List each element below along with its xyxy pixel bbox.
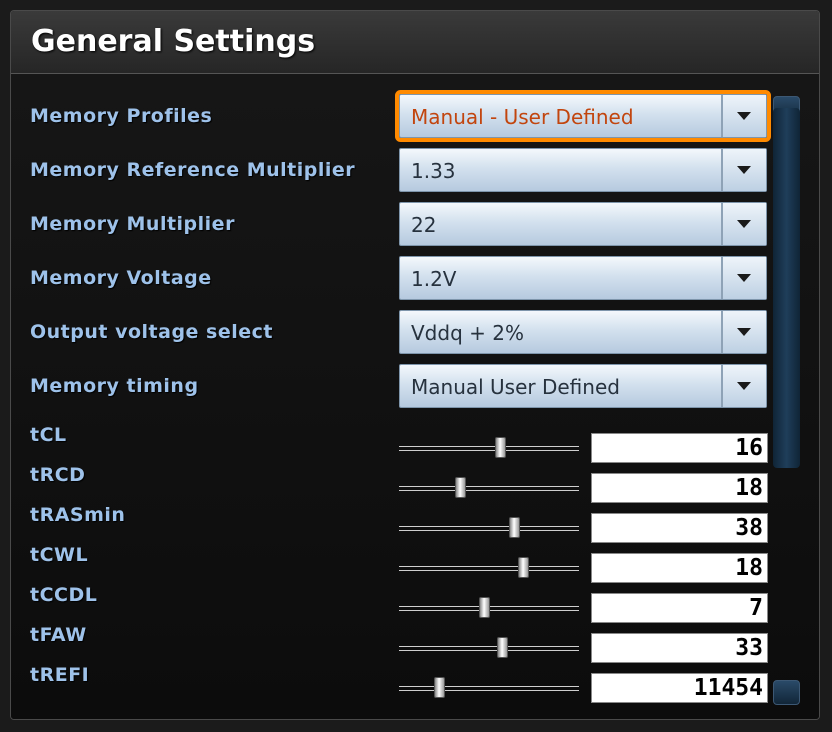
slider-thumb[interactable] — [518, 557, 530, 578]
memory-multiplier-dropdown[interactable]: 22 — [399, 202, 767, 246]
tfaw-value: 33 — [735, 635, 763, 661]
trasmin-value: 38 — [735, 515, 763, 541]
chevron-down-icon[interactable] — [721, 95, 766, 137]
memory-voltage-dropdown[interactable]: 1.2V — [399, 256, 767, 300]
trefi-value: 11454 — [693, 675, 763, 701]
tcl-value-field[interactable]: 16 — [591, 433, 768, 463]
slider-thumb[interactable] — [433, 677, 445, 698]
tcl-value: 16 — [735, 435, 763, 461]
label-tfaw: tFAW — [30, 624, 87, 646]
slider-thumb[interactable] — [509, 517, 521, 538]
trasmin-value-field[interactable]: 38 — [591, 513, 768, 543]
trefi-slider[interactable] — [399, 677, 579, 698]
label-trefi: tREFI — [30, 664, 90, 686]
slider-thumb[interactable] — [496, 637, 508, 658]
label-tcwl: tCWL — [30, 544, 89, 566]
tfaw-value-field[interactable]: 33 — [591, 633, 768, 663]
memory-profiles-dropdown[interactable]: Manual - User Defined — [399, 94, 767, 138]
label-memory-profiles: Memory Profiles — [30, 105, 213, 127]
memory-timing-dropdown[interactable]: Manual User Defined — [399, 364, 767, 408]
tfaw-slider[interactable] — [399, 637, 579, 658]
chevron-down-icon[interactable] — [721, 257, 766, 299]
vertical-scrollbar[interactable] — [773, 108, 800, 468]
tcwl-value: 18 — [735, 555, 763, 581]
tccdl-value: 7 — [749, 595, 763, 621]
dropdown-value: 1.2V — [411, 267, 457, 291]
chevron-down-icon[interactable] — [721, 311, 766, 353]
trcd-value-field[interactable]: 18 — [591, 473, 768, 503]
label-tccdl: tCCDL — [30, 584, 98, 606]
trasmin-slider[interactable] — [399, 517, 579, 538]
slider-thumb[interactable] — [478, 597, 490, 618]
dropdown-value: 1.33 — [411, 159, 456, 183]
dropdown-value: Manual - User Defined — [411, 105, 634, 129]
label-memory-timing: Memory timing — [30, 375, 199, 397]
general-settings-window: General Settings Memory Profiles Manual … — [10, 10, 820, 720]
memory-reference-multiplier-dropdown[interactable]: 1.33 — [399, 148, 767, 192]
tcwl-value-field[interactable]: 18 — [591, 553, 768, 583]
trcd-slider[interactable] — [399, 477, 579, 498]
tccdl-slider[interactable] — [399, 597, 579, 618]
tcwl-slider[interactable] — [399, 557, 579, 578]
label-output-voltage-select: Output voltage select — [30, 321, 273, 343]
settings-panel: Memory Profiles Manual - User Defined Me… — [11, 74, 819, 719]
dropdown-value: Manual User Defined — [411, 375, 620, 399]
chevron-down-icon[interactable] — [721, 149, 766, 191]
label-trasmin: tRASmin — [30, 504, 126, 526]
chevron-down-icon[interactable] — [721, 365, 766, 407]
trcd-value: 18 — [735, 475, 763, 501]
chevron-down-icon[interactable] — [721, 203, 766, 245]
tccdl-value-field[interactable]: 7 — [591, 593, 768, 623]
output-voltage-select-dropdown[interactable]: Vddq + 2% — [399, 310, 767, 354]
label-tcl: tCL — [30, 424, 67, 446]
slider-thumb[interactable] — [455, 477, 467, 498]
trefi-value-field[interactable]: 11454 — [591, 673, 768, 703]
label-memory-reference-multiplier: Memory Reference Multiplier — [30, 159, 356, 181]
title-bar: General Settings — [11, 11, 819, 74]
dropdown-value: Vddq + 2% — [411, 321, 524, 345]
scroll-down-button[interactable] — [773, 680, 800, 705]
label-memory-multiplier: Memory Multiplier — [30, 213, 235, 235]
tcl-slider[interactable] — [399, 437, 579, 458]
slider-thumb[interactable] — [494, 437, 506, 458]
page-title: General Settings — [31, 24, 316, 59]
dropdown-value: 22 — [411, 213, 437, 237]
label-trcd: tRCD — [30, 464, 86, 486]
label-memory-voltage: Memory Voltage — [30, 267, 212, 289]
